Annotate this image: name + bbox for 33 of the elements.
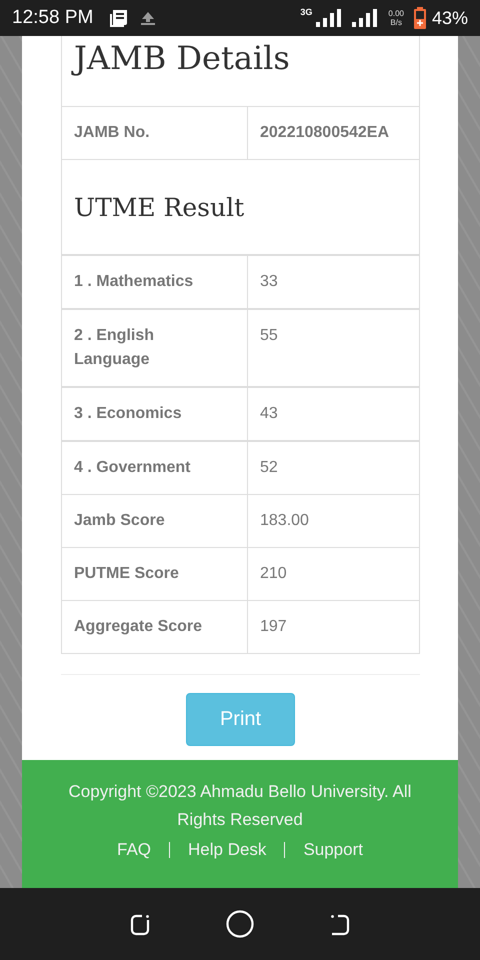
footer-link[interactable]: FAQ xyxy=(117,840,152,860)
table-cell: 2 . English Language xyxy=(62,310,248,386)
speed-unit: B/s xyxy=(390,18,402,27)
footer-link[interactable]: Help Desk xyxy=(188,840,266,860)
copyright-text: Copyright ©2023 Ahmadu Bello University. All Rights Reserved xyxy=(68,781,412,831)
table-cell-text: 210 xyxy=(259,564,288,584)
table-cell: JAMB No. xyxy=(62,107,248,159)
battery-level: 43% xyxy=(432,8,468,28)
network-type: 3G xyxy=(300,7,312,17)
battery-icon xyxy=(414,7,426,29)
signal-icon xyxy=(316,9,342,27)
table-cell-text: 52 xyxy=(259,458,279,478)
clock: 12:58 PM xyxy=(12,7,94,29)
home-icon[interactable] xyxy=(224,909,255,939)
table-cell: 4 . Government xyxy=(62,442,248,494)
table-cell: Aggregate Score xyxy=(62,601,248,653)
footer-link[interactable]: Support xyxy=(303,840,363,860)
table-cell: 3 . Economics xyxy=(62,388,248,440)
table-cell: PUTME Score xyxy=(62,548,248,600)
upload-icon xyxy=(139,10,158,26)
table-cell-text: 202210800542EA xyxy=(259,123,390,143)
print-button[interactable]: Print xyxy=(186,693,296,746)
signal-icon xyxy=(352,9,378,27)
table-cell: 1 . Mathematics xyxy=(62,256,248,308)
table-cell-text: 55 xyxy=(259,326,279,346)
news-icon xyxy=(109,9,130,27)
section-title: UTME Result xyxy=(74,192,244,222)
table-cell-text: 33 xyxy=(259,272,279,292)
speed-value: 0.00 xyxy=(388,9,404,18)
table-cell-text: 43 xyxy=(259,404,279,424)
table-cell: Jamb Score xyxy=(62,495,248,547)
table-cell-text: 197 xyxy=(259,617,288,637)
table-cell-text: 183.00 xyxy=(259,511,310,531)
